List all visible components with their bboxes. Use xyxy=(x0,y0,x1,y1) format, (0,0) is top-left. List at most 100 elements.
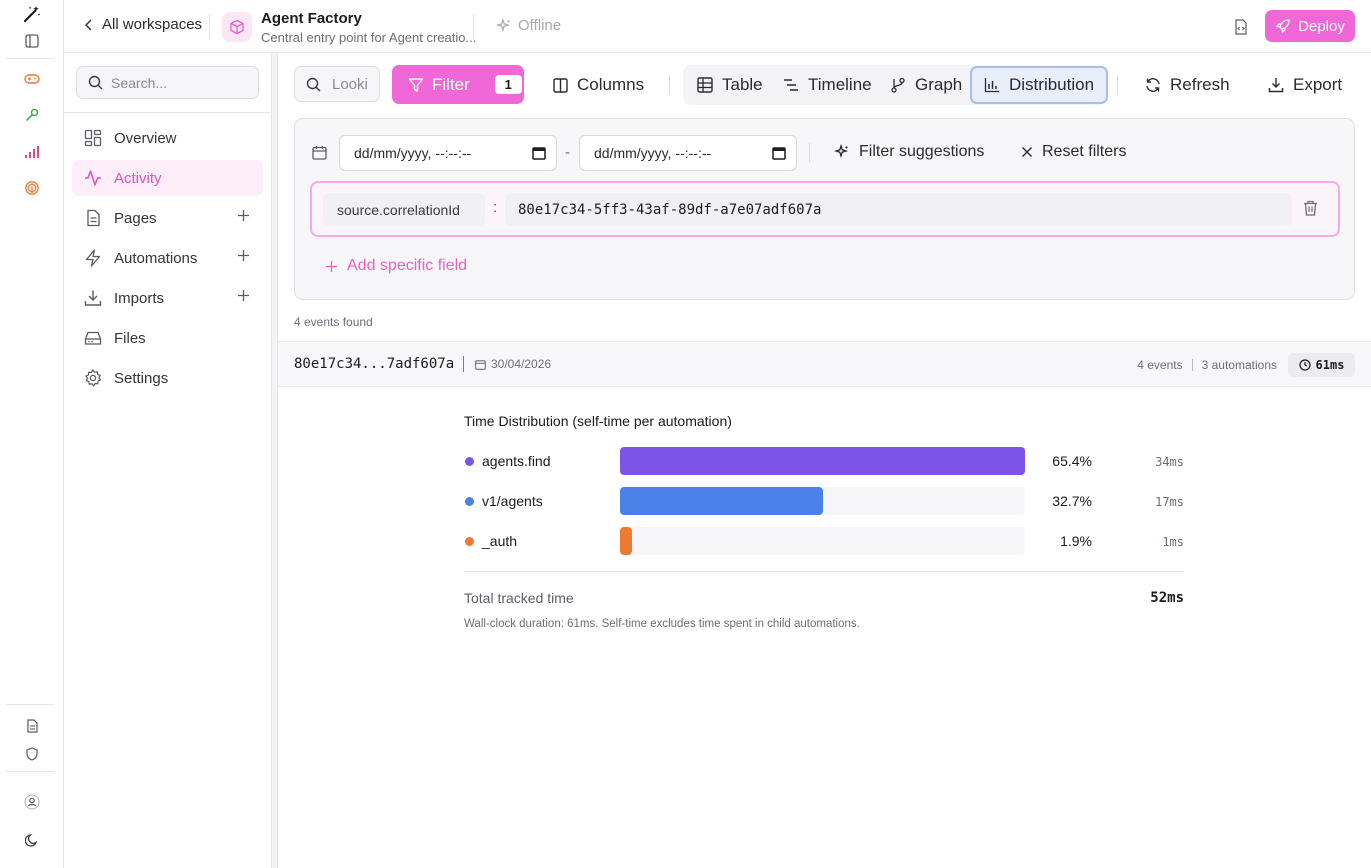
code-file-icon xyxy=(1235,19,1247,35)
bar-track xyxy=(620,447,1025,475)
add-specific-field-button[interactable]: Add specific field xyxy=(325,257,467,275)
shield-icon[interactable] xyxy=(22,744,42,764)
sidebar-item-pages[interactable]: Pages xyxy=(72,200,263,236)
sidebar-toggle-icon[interactable] xyxy=(22,31,42,51)
add-import-icon[interactable] xyxy=(237,289,250,302)
fingerprint-icon[interactable] xyxy=(22,178,42,198)
filter-suggestions-label: Filter suggestions xyxy=(859,143,985,160)
columns-icon xyxy=(553,77,568,93)
back-label: All workspaces xyxy=(102,16,203,33)
code-file-button[interactable] xyxy=(1230,16,1252,38)
sidebar-search-input[interactable]: Search... xyxy=(76,66,259,99)
wrench-icon[interactable] xyxy=(22,105,42,125)
sidebar-item-label: Settings xyxy=(114,369,169,387)
sidebar-item-files[interactable]: Files xyxy=(72,320,263,356)
calendar-picker-icon[interactable] xyxy=(532,146,546,160)
plus-icon xyxy=(326,260,337,272)
add-specific-field-label: Add specific field xyxy=(347,257,468,274)
condition-field[interactable]: source.correlationId xyxy=(323,193,485,226)
correlation-id: 80e17c34...7adf607a xyxy=(294,356,455,372)
back-to-workspaces-link[interactable]: All workspaces xyxy=(84,16,202,33)
view-label: Table xyxy=(722,75,763,94)
sidebar-item-label: Imports xyxy=(114,289,165,307)
moon-icon[interactable] xyxy=(22,830,42,850)
view-timeline-button[interactable]: Timeline xyxy=(771,66,884,104)
download-icon xyxy=(84,290,102,306)
export-label: Export xyxy=(1293,75,1343,94)
columns-button[interactable]: Columns xyxy=(553,66,644,104)
group-duration: 61ms xyxy=(1315,358,1345,372)
sidebar-search-placeholder: Search... xyxy=(111,74,168,91)
page-icon xyxy=(87,209,100,227)
correlation-group-header[interactable]: 80e17c34...7adf607a 30/04/2026 4 events … xyxy=(278,341,1371,387)
refresh-button[interactable]: Refresh xyxy=(1145,66,1230,104)
condition-separator: : xyxy=(493,199,498,216)
status-offline: Offline xyxy=(496,17,561,34)
percent-label: 65.4% xyxy=(1052,453,1092,469)
drive-icon xyxy=(84,331,102,345)
user-icon[interactable] xyxy=(22,792,42,812)
sidebar-item-imports[interactable]: Imports xyxy=(72,280,263,316)
resize-handle[interactable] xyxy=(272,53,278,868)
git-branch-icon xyxy=(891,77,905,93)
total-tracked-value: 52ms xyxy=(1150,590,1184,606)
document-icon[interactable] xyxy=(22,716,42,736)
refresh-label: Refresh xyxy=(1170,75,1230,94)
sidebar-item-settings[interactable]: Settings xyxy=(72,360,263,396)
workspace-subtitle: Central entry point for Agent creatio... xyxy=(261,30,477,45)
sparkle-icon xyxy=(834,144,849,159)
bar-fill xyxy=(620,447,1025,475)
sidebar-item-overview[interactable]: Overview xyxy=(72,120,263,156)
sidebar-item-label: Activity xyxy=(114,169,162,187)
sidebar-item-label: Pages xyxy=(114,209,157,227)
add-automation-icon[interactable] xyxy=(237,249,250,262)
deploy-button[interactable]: Deploy xyxy=(1265,10,1355,42)
filter-suggestions-button[interactable]: Filter suggestions xyxy=(834,143,984,161)
ms-label: 34ms xyxy=(1155,455,1184,469)
trash-icon[interactable] xyxy=(1303,200,1318,216)
sidebar-item-label: Files xyxy=(114,329,146,347)
condition-value-input[interactable]: 80e17c34-5ff3-43af-89df-a7e07adf607a xyxy=(505,193,1292,226)
automation-name: agents.find xyxy=(482,453,551,469)
events-found-count: 4 events found xyxy=(294,315,373,329)
series-dot xyxy=(465,457,474,466)
filter-button[interactable]: Filter 1 xyxy=(392,65,524,104)
calendar-icon xyxy=(475,359,486,370)
date-to-input[interactable]: dd/mm/yyyy, --:--:-- xyxy=(579,135,797,171)
view-label: Timeline xyxy=(808,75,872,94)
magic-wand-icon[interactable] xyxy=(22,4,42,24)
signal-bars-icon[interactable] xyxy=(22,142,42,162)
date-to-placeholder: dd/mm/yyyy, --:--:-- xyxy=(594,145,712,161)
table-icon xyxy=(697,77,713,93)
bar-track xyxy=(620,527,1025,555)
workspace-cube-icon xyxy=(222,12,252,42)
view-graph-button[interactable]: Graph xyxy=(878,66,974,104)
date-from-placeholder: dd/mm/yyyy, --:--:-- xyxy=(354,145,472,161)
add-page-icon[interactable] xyxy=(237,209,250,222)
event-search-input[interactable]: Looki xyxy=(294,66,380,102)
calendar-picker-icon[interactable] xyxy=(772,146,786,160)
workspace-title: Agent Factory xyxy=(261,10,362,27)
group-date-label: 30/04/2026 xyxy=(491,357,552,371)
gear-icon xyxy=(85,369,102,387)
filter-condition: source.correlationId : 80e17c34-5ff3-43a… xyxy=(310,181,1340,237)
export-button[interactable]: Export xyxy=(1268,66,1342,104)
wall-clock-footnote: Wall-clock duration: 61ms. Self-time exc… xyxy=(464,618,860,630)
columns-label: Columns xyxy=(577,75,645,94)
view-distribution-button[interactable]: Distribution xyxy=(970,66,1109,104)
sidebar: Search... Overview Activity Pages Automa… xyxy=(64,53,272,868)
view-table-button[interactable]: Table xyxy=(685,66,775,104)
funnel-icon xyxy=(408,77,424,92)
sparkle-icon xyxy=(496,17,511,32)
gamepad-icon[interactable] xyxy=(22,69,42,89)
series-dot xyxy=(465,537,474,546)
status-label: Offline xyxy=(518,17,562,34)
sidebar-item-activity[interactable]: Activity xyxy=(72,160,263,196)
sidebar-item-automations[interactable]: Automations xyxy=(72,240,263,276)
event-search-placeholder: Looki xyxy=(332,75,368,93)
reset-filters-button[interactable]: Reset filters xyxy=(1021,143,1126,161)
date-from-input[interactable]: dd/mm/yyyy, --:--:-- xyxy=(339,135,557,171)
filter-label: Filter xyxy=(432,74,470,94)
sidebar-item-label: Overview xyxy=(114,129,177,147)
bar-fill xyxy=(620,487,823,515)
